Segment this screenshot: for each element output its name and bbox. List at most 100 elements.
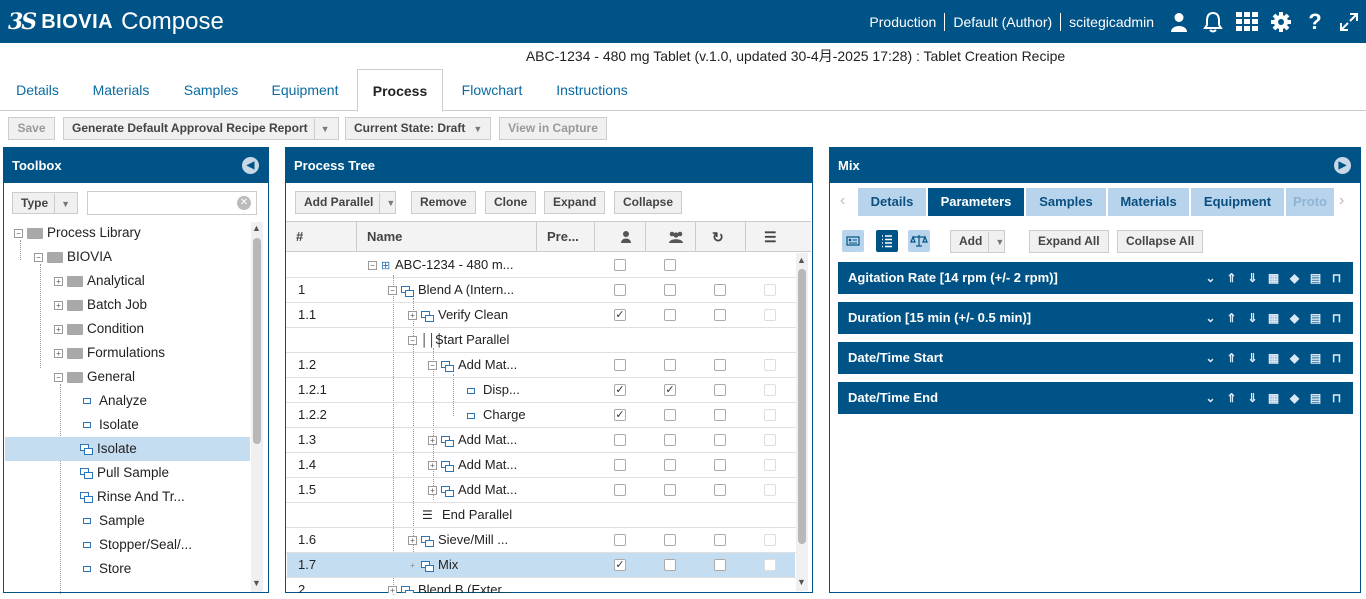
trash-icon[interactable]: ▤: [1305, 342, 1326, 374]
col-user[interactable]: [595, 222, 646, 252]
chevron-down-circle-icon[interactable]: ⌄: [1200, 302, 1221, 334]
expand-all-button[interactable]: Expand All: [1029, 230, 1109, 253]
gear-icon[interactable]: [1264, 0, 1298, 43]
checkbox-checked[interactable]: ✓: [664, 384, 676, 396]
table-row[interactable]: − │││Start Parallel: [286, 328, 796, 353]
calculator-icon[interactable]: ▦: [1263, 262, 1284, 294]
checkbox[interactable]: [764, 359, 776, 371]
tabs-scroll-left-icon[interactable]: ‹: [840, 192, 845, 210]
checkbox[interactable]: [664, 534, 676, 546]
tab-instructions[interactable]: Instructions: [545, 69, 639, 111]
scroll-up-icon[interactable]: ▲: [797, 255, 806, 265]
move-top-icon[interactable]: ⇑: [1221, 342, 1242, 374]
expand-icon[interactable]: +: [54, 348, 63, 358]
checkbox[interactable]: [664, 409, 676, 421]
toolbox-search-input[interactable]: [87, 191, 257, 215]
checkbox[interactable]: [764, 459, 776, 471]
scroll-down-icon[interactable]: ▼: [797, 577, 806, 587]
tree-item-biovia[interactable]: − BIOVIA: [34, 245, 112, 269]
tree-item-sample[interactable]: Sample: [80, 509, 145, 533]
collapse-icon[interactable]: −: [34, 252, 43, 262]
table-row-selected[interactable]: 1.7 + Mix ✓: [286, 553, 796, 578]
checkbox-checked[interactable]: ✓: [614, 409, 626, 421]
move-top-icon[interactable]: ⇑: [1221, 262, 1242, 294]
help-icon[interactable]: ?: [1298, 0, 1332, 43]
checkbox[interactable]: [614, 459, 626, 471]
col-name[interactable]: Name: [357, 222, 537, 252]
expand-button[interactable]: Expand: [544, 191, 606, 214]
checkbox[interactable]: [764, 484, 776, 496]
tab-equipment[interactable]: Equipment: [260, 69, 350, 111]
checkbox[interactable]: [764, 284, 776, 296]
scroll-up-icon[interactable]: ▲: [252, 223, 261, 233]
checkbox[interactable]: [714, 284, 726, 296]
checkbox[interactable]: [614, 484, 626, 496]
tree-item-stopper[interactable]: Stopper/Seal/...: [80, 533, 192, 557]
checkbox[interactable]: [614, 534, 626, 546]
tabs-scroll-right-icon[interactable]: ›: [1339, 192, 1344, 210]
checkbox-checked[interactable]: ✓: [614, 309, 626, 321]
tab-flowchart[interactable]: Flowchart: [450, 69, 534, 111]
unlock-icon[interactable]: ⊓: [1326, 262, 1347, 294]
tree-item-condition[interactable]: + Condition: [54, 317, 144, 341]
app-logo[interactable]: 3S BIOVIA Compose: [8, 6, 224, 38]
table-row[interactable]: 1.1 + Verify Clean ✓: [286, 303, 796, 328]
collapse-left-icon[interactable]: ◀: [242, 157, 259, 174]
add-parameter-button[interactable]: Add ▼: [950, 230, 1006, 253]
apps-grid-icon[interactable]: [1230, 0, 1264, 43]
user-link[interactable]: scitegicadmin: [1061, 13, 1162, 31]
expand-icon[interactable]: +: [408, 311, 417, 321]
tree-item-batch-job[interactable]: + Batch Job: [54, 293, 147, 317]
mix-tab-samples[interactable]: Samples: [1026, 188, 1106, 216]
scroll-down-icon[interactable]: ▼: [252, 578, 261, 588]
parameter-agitation-rate[interactable]: Agitation Rate [14 rpm (+/- 2 rpm)] ⌄ ⇑ ⇓ ▦ ◆…: [838, 262, 1353, 294]
parameter-duration[interactable]: Duration [15 min (+/- 0.5 min)] ⌄ ⇑ ⇓ ▦ ◆ ▤ ⊓: [838, 302, 1353, 334]
mix-tab-details[interactable]: Details: [858, 188, 926, 216]
checkbox[interactable]: [664, 259, 676, 271]
table-row[interactable]: − ⊞ ABC-1234 - 480 m...: [286, 253, 796, 278]
checkbox[interactable]: [664, 434, 676, 446]
checkbox-checked[interactable]: ✓: [614, 559, 626, 571]
mix-tab-materials[interactable]: Materials: [1108, 188, 1189, 216]
table-row[interactable]: 1.6 + Sieve/Mill ...: [286, 528, 796, 553]
collapse-icon[interactable]: −: [388, 286, 397, 296]
calculator-icon[interactable]: ▦: [1263, 342, 1284, 374]
unlock-icon[interactable]: ⊓: [1326, 302, 1347, 334]
table-row[interactable]: 1.3 + Add Mat...: [286, 428, 796, 453]
role-link[interactable]: Default (Author): [945, 12, 1062, 31]
expand-icon[interactable]: +: [428, 461, 437, 471]
checkbox[interactable]: [714, 434, 726, 446]
chevron-down-circle-icon[interactable]: ⌄: [1200, 262, 1221, 294]
tag-icon[interactable]: ◆: [1284, 382, 1305, 414]
tab-process[interactable]: Process: [357, 69, 443, 112]
checkbox[interactable]: [764, 434, 776, 446]
col-group[interactable]: [646, 222, 696, 252]
toolbox-scrollbar-thumb[interactable]: [253, 238, 261, 444]
tree-item-isolate[interactable]: Isolate: [80, 413, 139, 437]
expand-icon[interactable]: +: [388, 586, 397, 593]
parameter-datetime-end[interactable]: Date/Time End ⌄ ⇑ ⇓ ▦ ◆ ▤ ⊓: [838, 382, 1353, 414]
mix-tab-equipment[interactable]: Equipment: [1191, 188, 1284, 216]
process-tree-scrollbar-thumb[interactable]: [798, 269, 806, 544]
expand-icon[interactable]: +: [408, 536, 417, 546]
tree-item-process-library[interactable]: − Process Library: [14, 221, 141, 245]
chevron-down-icon[interactable]: ▼: [313, 119, 330, 140]
report-button[interactable]: Generate Default Approval Recipe Report ▼: [63, 117, 339, 140]
checkbox[interactable]: [664, 559, 676, 571]
checkbox[interactable]: [714, 359, 726, 371]
expand-icon[interactable]: +: [408, 561, 417, 570]
bell-icon[interactable]: [1196, 0, 1230, 43]
table-row[interactable]: 1.2 − Add Mat...: [286, 353, 796, 378]
checkbox[interactable]: [614, 434, 626, 446]
save-button[interactable]: Save: [8, 117, 55, 140]
checkbox[interactable]: [764, 559, 776, 571]
chevron-down-circle-icon[interactable]: ⌄: [1200, 342, 1221, 374]
checkbox[interactable]: [664, 359, 676, 371]
expand-icon[interactable]: +: [428, 436, 437, 446]
trash-icon[interactable]: ▤: [1305, 382, 1326, 414]
checkbox[interactable]: [764, 409, 776, 421]
table-row[interactable]: 1.2.1 Disp... ✓ ✓: [286, 378, 796, 403]
move-top-icon[interactable]: ⇑: [1221, 382, 1242, 414]
expand-icon[interactable]: +: [54, 324, 63, 334]
tree-item-analytical[interactable]: + Analytical: [54, 269, 145, 293]
